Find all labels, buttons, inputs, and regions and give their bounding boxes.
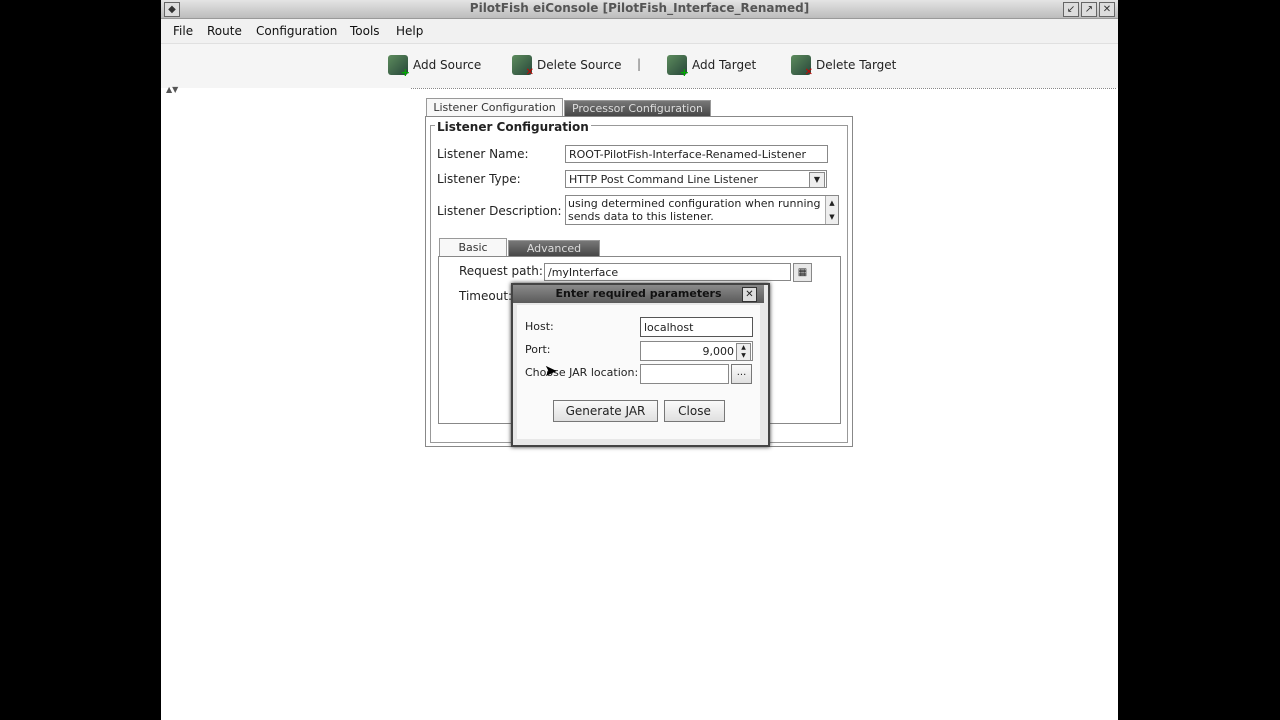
generate-jar-button[interactable]: Generate JAR	[553, 400, 658, 422]
menu-route[interactable]: Route	[207, 24, 242, 38]
add-source-icon	[388, 55, 410, 79]
delete-target-icon	[791, 55, 813, 78]
menu-file[interactable]: File	[173, 24, 193, 38]
listener-name-label: Listener Name:	[437, 147, 529, 161]
port-label: Port:	[525, 343, 551, 356]
tab-processor-configuration[interactable]: Processor Configuration	[564, 100, 711, 117]
path-browse-icon[interactable]: ▦	[793, 263, 812, 282]
host-label: Host:	[525, 320, 554, 333]
request-path-field[interactable]: /myInterface	[544, 263, 791, 281]
listener-type-select[interactable]: HTTP Post Command Line Listener ▼	[565, 170, 827, 188]
minimize-icon[interactable]: ↙	[1063, 2, 1079, 17]
delete-target-button[interactable]: Delete Target	[791, 53, 897, 78]
mouse-cursor-icon: ➤	[544, 361, 558, 380]
add-target-icon	[667, 55, 689, 79]
jar-browse-button[interactable]: ...	[731, 364, 752, 384]
tab-basic[interactable]: Basic	[439, 238, 507, 257]
listener-type-value: HTTP Post Command Line Listener	[569, 173, 758, 186]
dialog-close-button[interactable]: Close	[664, 400, 725, 422]
description-line-1: using determined configuration when runn…	[568, 197, 821, 210]
maximize-icon[interactable]: ↗	[1081, 2, 1097, 17]
add-source-label: Add Source	[413, 58, 482, 72]
listener-description-textarea[interactable]: using determined configuration when runn…	[565, 195, 839, 225]
request-path-label: Request path:	[459, 264, 543, 278]
timeout-label: Timeout:	[459, 289, 513, 303]
toolbar-separator: |	[637, 57, 642, 71]
listener-type-label: Listener Type:	[437, 172, 521, 186]
menu-tools[interactable]: Tools	[350, 24, 380, 38]
port-stepper-icon[interactable]: ▲ ▼	[736, 343, 751, 360]
add-source-button[interactable]: Add Source	[388, 53, 482, 79]
listener-description-label: Listener Description:	[437, 204, 562, 218]
delete-source-label: Delete Source	[537, 58, 622, 72]
port-value: 9,000	[702, 345, 735, 358]
section-title: Listener Configuration	[435, 120, 591, 134]
port-spinner[interactable]: 9,000 ▲ ▼	[640, 341, 753, 361]
toolbar: Add Source Delete Source | Add Target De…	[161, 44, 1118, 88]
add-target-button[interactable]: Add Target	[667, 53, 757, 79]
menu-configuration[interactable]: Configuration	[256, 24, 337, 38]
menu-help[interactable]: Help	[396, 24, 423, 38]
delete-source-icon	[512, 55, 534, 78]
add-target-label: Add Target	[692, 58, 757, 72]
jar-location-input[interactable]	[640, 364, 729, 384]
description-scrollbar[interactable]: ▲ ▼	[825, 196, 838, 224]
dialog-title: Enter required parameters	[555, 287, 722, 300]
splitter-handle[interactable]	[411, 88, 1116, 89]
description-line-2: sends data to this listener.	[568, 210, 714, 223]
tab-listener-configuration[interactable]: Listener Configuration	[426, 98, 563, 117]
delete-source-button[interactable]: Delete Source	[512, 53, 622, 78]
jar-location-label: Choose JAR location:	[525, 366, 639, 379]
listener-name-field[interactable]: ROOT-PilotFish-Interface-Renamed-Listene…	[565, 145, 828, 163]
collapse-arrows-icon[interactable]: ▲▼	[166, 85, 178, 94]
title-bar: ◆ PilotFish eiConsole [PilotFish_Interfa…	[161, 0, 1118, 19]
tab-advanced[interactable]: Advanced	[508, 240, 600, 257]
delete-target-label: Delete Target	[816, 58, 897, 72]
close-window-icon[interactable]: ✕	[1099, 2, 1115, 17]
dialog-close-icon[interactable]: ✕	[742, 287, 757, 302]
menu-bar: File Route Configuration Tools Help	[161, 19, 1118, 44]
window-title: PilotFish eiConsole [PilotFish_Interface…	[469, 1, 810, 15]
dialog-title-bar[interactable]: Enter required parameters ✕	[513, 285, 764, 303]
chevron-down-icon[interactable]: ▼	[809, 172, 825, 187]
host-input[interactable]: localhost	[640, 317, 753, 337]
